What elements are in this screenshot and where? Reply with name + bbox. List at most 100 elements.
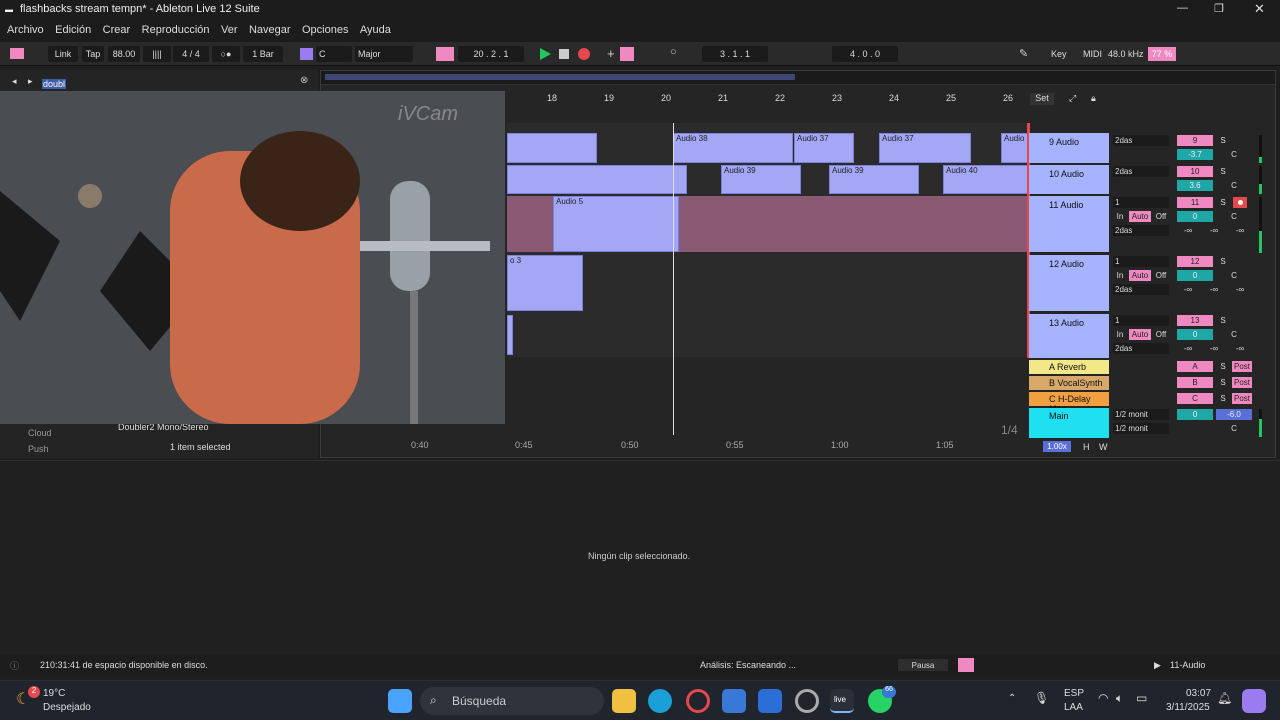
menu-reproduccion[interactable]: Reproducción xyxy=(142,24,210,36)
clip[interactable]: Audio 40 xyxy=(943,165,1028,194)
wifi-icon[interactable]: ◠ xyxy=(1098,691,1108,705)
clip[interactable]: Audio 5 xyxy=(553,196,679,252)
send-c[interactable]: -∞ xyxy=(1229,284,1251,295)
scale-select[interactable]: Major xyxy=(355,46,413,62)
menu-edicion[interactable]: Edición xyxy=(55,24,91,36)
track-header-10[interactable]: 10 Audio xyxy=(1029,165,1109,194)
search-box[interactable]: ⌕ Búsqueda xyxy=(420,687,604,715)
return-a[interactable]: A Reverb xyxy=(1029,360,1109,374)
monitor-in[interactable]: In xyxy=(1113,270,1127,281)
back-icon[interactable]: ◂ xyxy=(12,76,17,87)
file-explorer-icon[interactable] xyxy=(612,689,636,713)
menu-ayuda[interactable]: Ayuda xyxy=(360,24,391,36)
microphone-icon[interactable]: 🎙︎ xyxy=(1034,691,1049,705)
output-select[interactable]: 2das xyxy=(1113,343,1169,354)
meter-field[interactable]: 4 / 4 xyxy=(173,46,209,62)
input-select[interactable]: 1 xyxy=(1113,197,1169,208)
send-c[interactable]: -∞ xyxy=(1229,343,1251,354)
clip[interactable]: Audio 39 xyxy=(829,165,919,194)
arm-button[interactable] xyxy=(1233,197,1247,208)
battery-icon[interactable]: ▭ xyxy=(1136,691,1147,705)
chrome-icon[interactable] xyxy=(795,689,819,713)
send-b[interactable]: -∞ xyxy=(1203,225,1225,236)
close-icon[interactable]: ✕ xyxy=(1254,1,1265,17)
return-activator[interactable]: C xyxy=(1177,393,1213,404)
solo-button[interactable]: S xyxy=(1216,256,1230,267)
input-select[interactable]: 1 xyxy=(1113,256,1169,267)
solo-button[interactable]: S xyxy=(1216,197,1230,208)
tap-button[interactable]: Tap xyxy=(82,46,104,62)
post-button[interactable]: Post xyxy=(1232,361,1252,372)
lang-bottom[interactable]: LAA xyxy=(1064,702,1083,713)
solo-button[interactable]: S xyxy=(1216,315,1230,326)
loop-icon[interactable]: ○ xyxy=(670,46,677,58)
zoom-display[interactable]: 1.00x xyxy=(1043,441,1071,452)
clip[interactable]: o 3 xyxy=(507,255,583,311)
expand-icon[interactable]: ⤢ xyxy=(1069,93,1076,104)
pan-field[interactable]: C xyxy=(1216,211,1252,222)
bar-ruler[interactable]: 18 19 20 21 22 23 24 25 26 xyxy=(507,91,1027,105)
overdub-icon[interactable]: + xyxy=(607,46,615,61)
lock-icon[interactable]: 🔒︎ xyxy=(1091,93,1096,104)
scale-icon[interactable] xyxy=(300,48,313,60)
menu-ver[interactable]: Ver xyxy=(221,24,238,36)
main-track[interactable]: Main xyxy=(1029,408,1109,438)
input-select[interactable]: 1 xyxy=(1113,315,1169,326)
midi-map-button[interactable]: MIDI xyxy=(1083,49,1102,59)
volume-field[interactable]: 3.6 xyxy=(1177,180,1213,191)
send-a[interactable]: -∞ xyxy=(1177,225,1199,236)
quantize-select[interactable]: 1 Bar xyxy=(243,46,283,62)
metronome-icon[interactable]: |||| xyxy=(143,46,171,62)
h-button[interactable]: H xyxy=(1083,442,1090,452)
track-header-9[interactable]: 9 Audio xyxy=(1029,133,1109,163)
send-b[interactable]: -∞ xyxy=(1203,343,1225,354)
ableton-live-icon[interactable]: live xyxy=(830,689,854,713)
track-header-13[interactable]: 13 Audio xyxy=(1029,314,1109,358)
pause-button[interactable]: Pausa xyxy=(898,659,948,671)
tempo-field[interactable]: 88.00 xyxy=(108,46,140,62)
overview-strip[interactable] xyxy=(321,71,1275,85)
store-icon[interactable] xyxy=(722,689,746,713)
menu-crear[interactable]: Crear xyxy=(103,24,131,36)
post-button[interactable]: Post xyxy=(1232,377,1252,388)
monitor-auto[interactable]: Auto xyxy=(1129,211,1151,222)
record-mode-icon[interactable]: ○● xyxy=(212,46,240,62)
place-cloud[interactable]: Cloud xyxy=(28,428,52,438)
main-output-select[interactable]: 1/2 monit xyxy=(1113,423,1169,434)
send-a[interactable]: -∞ xyxy=(1177,343,1199,354)
monitor-auto[interactable]: Auto xyxy=(1129,270,1151,281)
opera-icon[interactable] xyxy=(686,689,710,713)
track-activator[interactable]: 12 xyxy=(1177,256,1213,267)
browser-search-input[interactable]: doubl xyxy=(42,74,312,90)
monitor-off[interactable]: Off xyxy=(1153,329,1169,340)
clip[interactable] xyxy=(507,315,513,355)
set-button[interactable]: Set xyxy=(1030,93,1054,105)
track-activator[interactable]: 13 xyxy=(1177,315,1213,326)
clip[interactable]: Audio 39 xyxy=(721,165,801,194)
volume-field[interactable]: 0 xyxy=(1177,211,1213,222)
tray-chevron-icon[interactable]: ⌃ xyxy=(1008,693,1016,704)
pan-field[interactable]: C xyxy=(1216,329,1252,340)
edge-icon[interactable] xyxy=(648,689,672,713)
output-select[interactable]: 2das xyxy=(1113,284,1169,295)
monitor-in[interactable]: In xyxy=(1113,329,1127,340)
volume-field[interactable]: 0 xyxy=(1177,270,1213,281)
clip[interactable]: Audio 37 xyxy=(794,133,854,163)
minimize-icon[interactable]: — xyxy=(1177,2,1188,14)
w-button[interactable]: W xyxy=(1099,442,1108,452)
clip[interactable] xyxy=(507,133,597,163)
view-toggle-icon[interactable] xyxy=(10,48,24,59)
lang-top[interactable]: ESP xyxy=(1064,688,1084,699)
volume-icon[interactable]: 🔈︎ xyxy=(1116,691,1123,706)
solo-button[interactable]: S xyxy=(1216,377,1230,388)
solo-button[interactable]: S xyxy=(1216,166,1230,177)
play-button[interactable] xyxy=(540,48,551,60)
loop-length-field[interactable]: 4 . 0 . 0 xyxy=(832,46,898,62)
main-output-select[interactable]: 1/2 monit xyxy=(1113,409,1169,420)
maximize-icon[interactable]: ❐ xyxy=(1214,2,1224,15)
place-push[interactable]: Push xyxy=(28,444,49,454)
menu-navegar[interactable]: Navegar xyxy=(249,24,291,36)
follow-icon[interactable] xyxy=(436,47,454,61)
track-activator[interactable]: 10 xyxy=(1177,166,1213,177)
output-select[interactable]: 2das xyxy=(1113,225,1169,236)
